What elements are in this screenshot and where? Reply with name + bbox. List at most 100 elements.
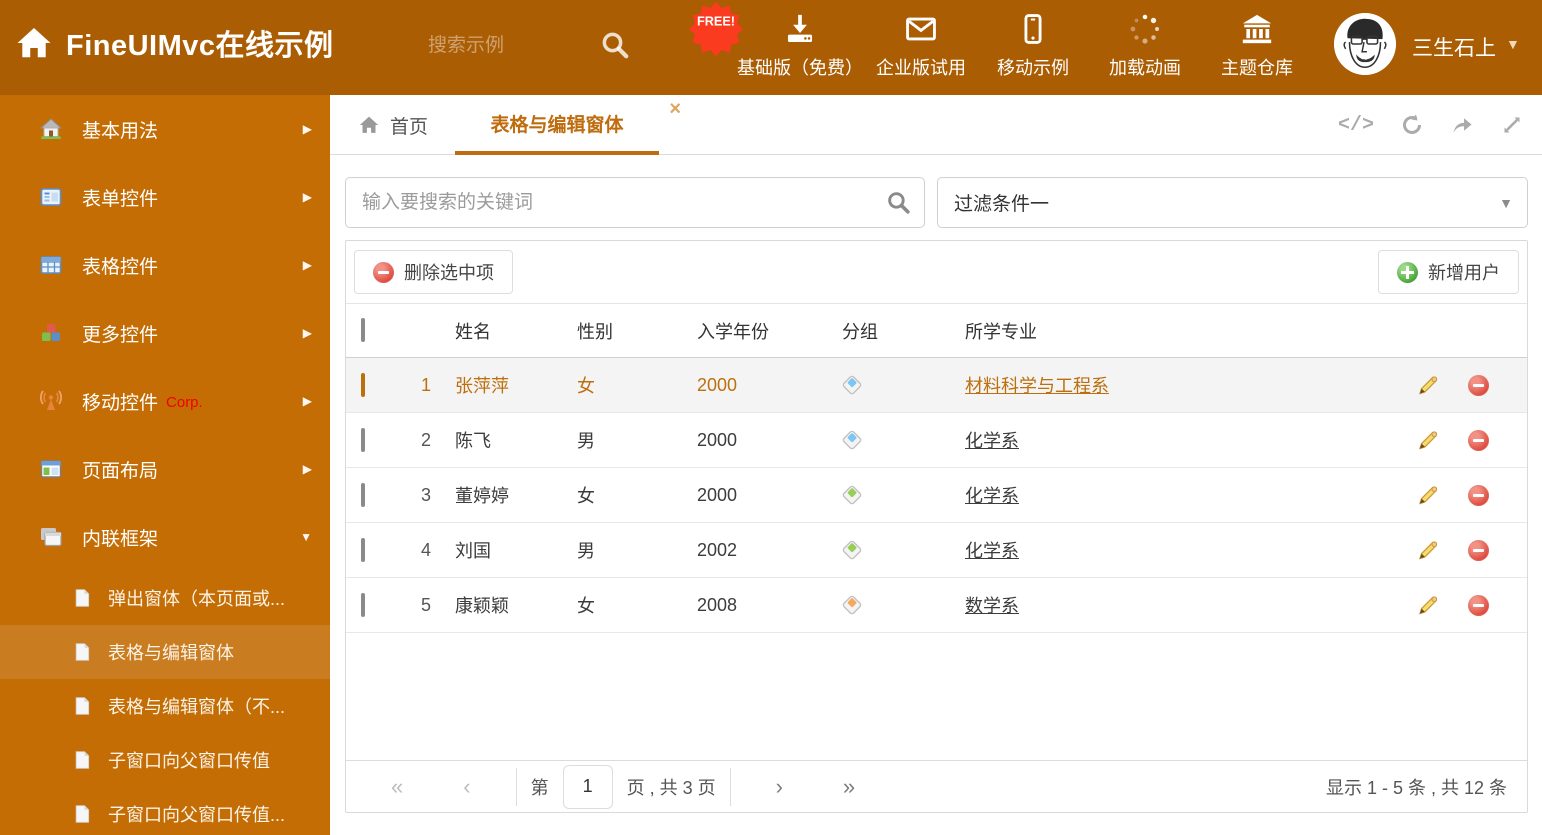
prev-page-button[interactable]: ‹ <box>463 775 470 798</box>
delete-selected-button[interactable]: 删除选中项 <box>354 250 513 294</box>
pagination-bar: « ‹ 第 页 , 共 3 页 › » 显示 1 - 5 条 , 共 12 条 <box>346 760 1527 812</box>
filter-dropdown-value: 过滤条件一 <box>954 194 1050 215</box>
minus-circle-icon <box>373 261 394 283</box>
source-code-button[interactable]: </> <box>1338 114 1374 137</box>
nav-theme-repo[interactable]: 主题仓库 <box>1201 12 1313 80</box>
major-link[interactable]: 化学系 <box>965 486 1019 506</box>
first-page-button[interactable]: « <box>391 775 403 798</box>
tab-grid-edit-window[interactable]: 表格与编辑窗体 × <box>455 95 681 155</box>
tab-tools: </> <box>1338 95 1524 155</box>
cell-name: 张萍萍 <box>455 376 509 396</box>
tab-home[interactable]: 首页 <box>358 95 428 155</box>
nav-basic-edition[interactable]: 基础版（免费） <box>735 12 865 80</box>
edit-pencil-icon[interactable] <box>1416 483 1440 507</box>
sidebar-item-basic-usage[interactable]: 基本用法 ▶ <box>0 95 330 163</box>
page-suffix: 页 , 共 3 页 <box>626 777 716 798</box>
forward-arrow-icon <box>1453 118 1472 133</box>
share-button[interactable] <box>1450 113 1474 137</box>
grid-toolbar: 删除选中项 新增用户 <box>346 241 1527 303</box>
sidebar-subitem-child-to-parent-2[interactable]: 子窗口向父窗口传值... <box>0 787 330 835</box>
sidebar-subitem-child-to-parent[interactable]: 子窗口向父窗口传值 <box>0 733 330 787</box>
divider <box>515 767 517 806</box>
fullscreen-button[interactable] <box>1500 113 1524 137</box>
column-header-group[interactable]: 分组 <box>831 318 946 344</box>
table-row[interactable]: 3 董婷婷 女 2000 化学系 <box>346 468 1527 523</box>
major-link[interactable]: 材料科学与工程系 <box>965 376 1109 396</box>
refresh-button[interactable] <box>1400 113 1424 137</box>
row-checkbox[interactable] <box>361 427 365 452</box>
cell-gender: 女 <box>577 486 595 506</box>
sidebar-item-more-controls[interactable]: 更多控件 ▶ <box>0 299 330 367</box>
corp-badge: Corp. <box>166 394 203 411</box>
expand-icon <box>1503 116 1521 134</box>
delete-row-icon[interactable] <box>1468 484 1489 506</box>
delete-row-icon[interactable] <box>1468 429 1489 451</box>
keyword-search-input[interactable] <box>345 177 925 228</box>
major-link[interactable]: 数学系 <box>965 596 1019 616</box>
column-header-name[interactable]: 姓名 <box>439 318 561 344</box>
brand[interactable]: FineUIMvc在线示例 <box>16 22 334 64</box>
major-link[interactable]: 化学系 <box>965 541 1019 561</box>
edit-pencil-icon[interactable] <box>1416 538 1440 562</box>
chevron-down-icon: ▼ <box>300 530 312 544</box>
sidebar-item-grid-controls[interactable]: 表格控件 ▶ <box>0 231 330 299</box>
avatar[interactable] <box>1334 13 1396 75</box>
filter-dropdown[interactable]: 过滤条件一 ▼ <box>937 177 1528 228</box>
table-row[interactable]: 2 陈飞 男 2000 化学系 <box>346 413 1527 468</box>
delete-row-icon[interactable] <box>1468 594 1489 616</box>
table-header: 姓名 性别 入学年份 分组 所学专业 <box>346 303 1527 358</box>
edit-pencil-icon[interactable] <box>1416 593 1440 617</box>
table-row[interactable]: 1 张萍萍 女 2000 材料科学与工程系 <box>346 358 1527 413</box>
app-title: FineUIMvc在线示例 <box>66 30 334 62</box>
mail-icon <box>906 17 936 41</box>
delete-row-icon[interactable] <box>1468 539 1489 561</box>
column-header-gender[interactable]: 性别 <box>561 318 686 344</box>
divider <box>729 767 731 806</box>
select-all-checkbox[interactable] <box>361 318 365 342</box>
nav-loading-animation[interactable]: 加载动画 <box>1089 12 1201 80</box>
row-checkbox[interactable] <box>361 592 365 617</box>
chevron-right-icon: ▶ <box>302 258 312 272</box>
form-icon <box>40 188 62 206</box>
sidebar-item-label: 基本用法 <box>82 120 159 142</box>
filter-row: 过滤条件一 ▼ <box>345 177 1528 228</box>
close-icon[interactable]: × <box>669 99 681 119</box>
next-page-button[interactable]: › <box>776 775 783 798</box>
last-page-button[interactable]: » <box>843 775 855 798</box>
user-name[interactable]: 三生石上 <box>1412 32 1496 62</box>
row-checkbox[interactable] <box>361 482 365 507</box>
delete-row-icon[interactable] <box>1468 374 1489 396</box>
sidebar-subitem-popup-window[interactable]: 弹出窗体（本页面或... <box>0 571 330 625</box>
sidebar-item-iframe[interactable]: 内联框架 ▼ <box>0 503 330 571</box>
cell-year: 2000 <box>697 374 738 395</box>
sidebar-item-label: 表格控件 <box>82 256 159 278</box>
major-link[interactable]: 化学系 <box>965 431 1019 451</box>
sidebar-item-form-controls[interactable]: 表单控件 ▶ <box>0 163 330 231</box>
table-empty-area <box>346 633 1527 760</box>
sidebar-item-mobile-controls[interactable]: 移动控件 Corp. ▶ <box>0 367 330 435</box>
column-header-year[interactable]: 入学年份 <box>686 318 831 344</box>
nav-enterprise-trial[interactable]: 企业版试用 <box>865 12 977 80</box>
search-icon[interactable] <box>600 30 630 60</box>
add-user-button[interactable]: 新增用户 <box>1378 250 1519 294</box>
row-checkbox[interactable] <box>361 372 365 397</box>
tag-icon <box>841 484 863 506</box>
nav-mobile-demo[interactable]: 移动示例 <box>977 12 1089 80</box>
page: FineUIMvc在线示例 FREE! 基础版（免费） 企业版试用 移动示例 <box>0 0 1542 835</box>
header-search-input[interactable] <box>428 25 598 67</box>
row-checkbox[interactable] <box>361 537 365 562</box>
page-number-input[interactable] <box>562 764 613 809</box>
edit-pencil-icon[interactable] <box>1416 428 1440 452</box>
delete-selected-label: 删除选中项 <box>404 263 494 283</box>
edit-pencil-icon[interactable] <box>1416 373 1440 397</box>
nav-label: 企业版试用 <box>876 58 966 78</box>
app-header: FineUIMvc在线示例 FREE! 基础版（免费） 企业版试用 移动示例 <box>0 0 1542 95</box>
sidebar-item-page-layout[interactable]: 页面布局 ▶ <box>0 435 330 503</box>
plus-circle-icon <box>1397 261 1418 283</box>
sidebar-subitem-grid-edit-window-2[interactable]: 表格与编辑窗体（不... <box>0 679 330 733</box>
sidebar-subitem-grid-edit-window[interactable]: 表格与编辑窗体 <box>0 625 330 679</box>
column-header-major[interactable]: 所学专业 <box>946 318 1404 344</box>
search-icon[interactable] <box>886 190 911 215</box>
table-row[interactable]: 4 刘国 男 2002 化学系 <box>346 523 1527 578</box>
table-row[interactable]: 5 康颖颖 女 2008 数学系 <box>346 578 1527 633</box>
